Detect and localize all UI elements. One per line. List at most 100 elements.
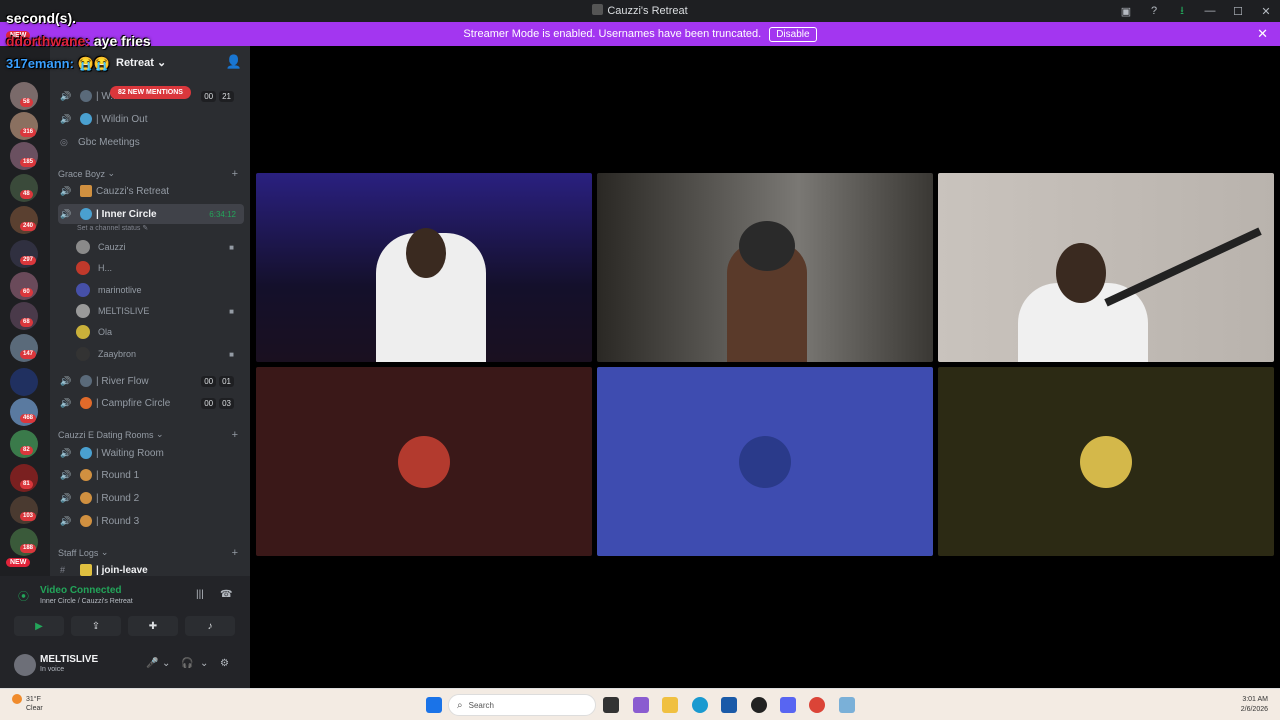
settings-gear-icon[interactable]: ⚙ [220, 658, 229, 669]
add-channel-icon[interactable]: + [232, 168, 238, 180]
voice-user[interactable]: Ola [76, 322, 244, 342]
voice-user[interactable]: H... [76, 258, 244, 278]
voice-channel[interactable]: 🔊 | Wildin Out [58, 109, 244, 129]
channel-emoji-icon [80, 113, 92, 125]
speaker-icon: 🔊 [60, 492, 72, 503]
clock[interactable]: 3:01 AM 2/6/2026 [1241, 695, 1268, 715]
voice-channel[interactable]: 🔊 | Campfire Circle 00 03 [58, 393, 244, 413]
search-icon: ⌕ [457, 699, 463, 711]
voice-channel-active[interactable]: 🔊 | Inner Circle 6:34:12 [58, 204, 244, 224]
voice-channel[interactable]: 🔊 | Round 1 [58, 465, 244, 485]
task-view-icon[interactable] [603, 697, 619, 713]
help-icon[interactable]: ? [1140, 0, 1168, 22]
category-dating-rooms[interactable]: Cauzzi E Dating Rooms ⌄ + [58, 429, 244, 441]
speaker-icon: 🔊 [60, 469, 72, 480]
video-tile[interactable] [938, 173, 1274, 362]
voice-status[interactable]: Video Connected [40, 585, 122, 596]
temperature: 31°F [26, 695, 41, 703]
category-staff-logs[interactable]: Staff Logs ⌄ + [58, 547, 244, 559]
activities-button[interactable]: ✚ [128, 616, 178, 636]
discord-icon[interactable] [780, 697, 796, 713]
avatar[interactable] [14, 654, 36, 676]
channel-label: | River Flow [96, 375, 149, 387]
voice-user[interactable]: Zaaybron ■ [76, 344, 244, 364]
voice-user[interactable]: marinotlive [76, 280, 244, 300]
title-bar: Cauzzi's Retreat ▣ ? ⭳ — ☐ ✕ [0, 0, 1280, 22]
video-button[interactable]: ▶ [14, 616, 64, 636]
chat-overlay-line: 317emann: 😭😭 [6, 56, 110, 71]
channel-label: | Round 1 [96, 469, 140, 481]
user-name: Zaaybron [98, 349, 137, 359]
mention-badge: 81 [20, 480, 33, 489]
speaker-icon: 🔊 [60, 515, 72, 526]
stage-channel[interactable]: ◎ Gbc Meetings [58, 132, 244, 152]
minimize-button[interactable]: — [1196, 0, 1224, 22]
voice-channel[interactable]: 🔊 | Waiting Room [58, 443, 244, 463]
microphone-icon[interactable]: 🎤 [146, 658, 158, 669]
edge-icon[interactable] [692, 697, 708, 713]
camera-icon: ■ [229, 349, 234, 359]
video-tile[interactable] [597, 173, 933, 362]
chevron-down-icon[interactable]: ⌄ [162, 658, 170, 669]
channel-label: | Wildin Out [96, 113, 148, 125]
avatar [76, 304, 90, 318]
channel-label: | Campfire Circle [96, 397, 171, 409]
mention-badge: 82 [20, 446, 33, 455]
inbox-icon[interactable]: ▣ [1112, 0, 1140, 22]
copilot-icon[interactable] [633, 697, 649, 713]
noise-suppression-icon[interactable]: ||| [196, 589, 204, 600]
voice-channel[interactable]: 🔊 | Round 3 [58, 511, 244, 531]
add-channel-icon[interactable]: + [232, 547, 238, 559]
close-button[interactable]: ✕ [1252, 0, 1280, 22]
maximize-button[interactable]: ☐ [1224, 0, 1252, 22]
voice-channel[interactable]: 🔊 | River Flow 00 01 [58, 371, 244, 391]
new-mentions-pill[interactable]: 82 NEW MENTIONS [110, 86, 191, 99]
voice-channel[interactable]: 🔊 | Round 2 [58, 488, 244, 508]
avatar [76, 325, 90, 339]
weather-widget[interactable]: 31°F Clear [12, 694, 43, 713]
screen-share-button[interactable]: ⇪ [71, 616, 121, 636]
banner-close-icon[interactable]: ✕ [1257, 26, 1268, 42]
speaker-icon: 🔊 [60, 113, 72, 124]
server-name[interactable]: Retreat ⌄ [116, 56, 166, 69]
store-icon[interactable] [721, 697, 737, 713]
disable-button[interactable]: Disable [769, 26, 817, 42]
download-icon[interactable]: ⭳ [1168, 0, 1196, 22]
banner-text: Streamer Mode is enabled. Usernames have… [463, 28, 762, 40]
video-tile[interactable] [256, 367, 592, 556]
chrome-icon[interactable] [809, 697, 825, 713]
add-user-icon[interactable]: 👤 [226, 54, 242, 70]
chat-message: aye fries [93, 33, 151, 49]
app-icon[interactable] [839, 697, 855, 713]
video-tile[interactable] [256, 173, 592, 362]
user-name: H... [98, 263, 113, 273]
file-explorer-icon[interactable] [662, 697, 678, 713]
video-tile[interactable] [938, 367, 1274, 556]
signal-icon[interactable]: ⦿ [18, 588, 29, 604]
server-icon[interactable] [10, 368, 38, 396]
soundboard-button[interactable]: ♪ [185, 616, 235, 636]
search-box[interactable]: ⌕ Search [448, 694, 596, 716]
count-current: 00 [201, 375, 217, 387]
voice-channel-path[interactable]: Inner Circle / Cauzzi's Retreat [40, 598, 133, 605]
video-tile[interactable] [597, 367, 933, 556]
start-icon[interactable] [426, 697, 442, 713]
disconnect-icon[interactable]: ☎ [220, 589, 232, 600]
voice-user[interactable]: MELTISLIVE ■ [76, 301, 244, 321]
count-limit: 03 [219, 397, 234, 409]
channel-emoji-icon [80, 447, 92, 459]
app-icon[interactable] [751, 697, 767, 713]
voice-channel[interactable]: 🔊 Cauzzi's Retreat [58, 181, 244, 201]
text-channel[interactable]: # | join-leave [58, 560, 244, 576]
user-name: marinotlive [98, 285, 142, 295]
chevron-down-icon[interactable]: ⌄ [200, 658, 208, 669]
add-channel-icon[interactable]: + [232, 429, 238, 441]
mention-badge: 185 [20, 158, 37, 167]
headphones-icon[interactable]: 🎧 [181, 658, 193, 669]
window-title-text: Cauzzi's Retreat [607, 5, 688, 17]
channel-status-note[interactable]: Set a channel status ✎ [77, 224, 148, 232]
camera-icon: ■ [229, 306, 234, 316]
camera-icon: ■ [229, 242, 234, 252]
category-grace-boyz[interactable]: Grace Boyz ⌄ + [58, 168, 244, 180]
voice-user[interactable]: Cauzzi ■ [76, 237, 244, 257]
